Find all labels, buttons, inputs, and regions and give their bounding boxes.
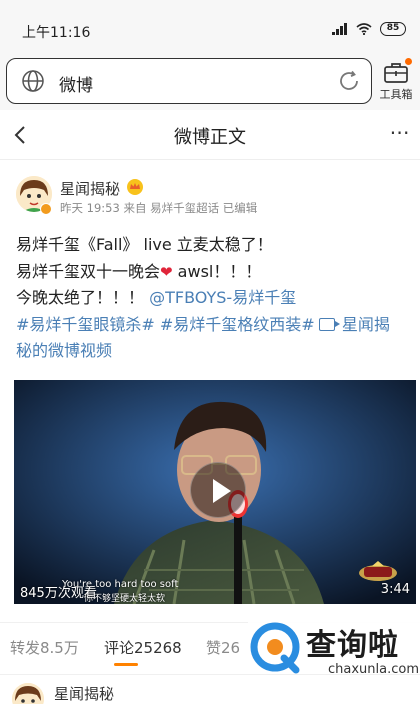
post-line: #易烊千玺眼镜杀# #易烊千玺格纹西装# 星闻揭 (16, 312, 412, 339)
status-bar: 上午11:16 85 (0, 0, 420, 56)
hashtag-links[interactable]: #易烊千玺眼镜杀# #易烊千玺格纹西装# (16, 315, 315, 334)
nav-bar: 微博正文 ⋯ (0, 110, 420, 160)
post-line: 易烊千玺双十一晚会❤ awsl！！！ (16, 259, 412, 286)
globe-icon (22, 70, 44, 92)
video-duration: 3:44 (380, 582, 410, 597)
address-text: 微博 (59, 76, 93, 96)
reload-icon[interactable] (337, 69, 361, 93)
view-count: 845万次观看 (20, 586, 97, 601)
page-title: 微博正文 (174, 127, 246, 148)
mention-link[interactable]: @TFBOYS-易烊千玺 (149, 288, 296, 307)
comment-item: 星闻揭秘 (0, 674, 420, 704)
post-body: 易烊千玺《Fall》 live 立麦太稳了！ 易烊千玺双十一晚会❤ awsl！！… (16, 232, 412, 365)
watermark-logo-icon (250, 622, 300, 674)
comment-avatar[interactable] (12, 683, 44, 704)
video-link-icon (318, 317, 340, 331)
active-tab-indicator (114, 663, 138, 666)
post-line: 易烊千玺《Fall》 live 立麦太稳了！ (16, 235, 273, 254)
post-line: 今晚太绝了！！！ @TFBOYS-易烊千玺 (16, 285, 412, 312)
more-icon[interactable]: ⋯ (386, 122, 414, 146)
browser-bar: 微博 工具箱 (0, 56, 420, 110)
video-player[interactable]: You're too hard too soft 你不够坚硬太轻太软 845万次… (14, 380, 416, 604)
post-meta: 昨天 19:53 来自 易烊千玺超话 已编辑 (60, 201, 258, 215)
battery-icon: 85 (380, 22, 406, 36)
post-text: 易烊千玺双十一晚会 (16, 261, 161, 281)
watermark-text: 查询啦 (306, 628, 399, 663)
tab-likes[interactable]: 赞26 (206, 637, 240, 658)
toolbox-icon (383, 58, 412, 84)
toolbox-button[interactable]: 工具箱 (376, 58, 416, 106)
tab-comments[interactable]: 评论25268 (104, 637, 182, 658)
post-text: 今晚太绝了！！！ (16, 288, 150, 307)
tab-repost[interactable]: 转发8.5万 (10, 637, 79, 658)
post-header: 星闻揭秘 昨天 19:53 来自 易烊千玺超话 已编辑 (0, 170, 420, 222)
signal-icon (332, 23, 348, 35)
wifi-icon (356, 23, 372, 35)
broadcast-logo-icon (359, 561, 397, 581)
vip-crown-icon (127, 179, 143, 195)
address-bar[interactable]: 微博 (6, 58, 372, 104)
verified-badge-icon (40, 203, 52, 215)
toolbox-label: 工具箱 (379, 88, 413, 101)
video-link[interactable]: 星闻揭 (342, 315, 390, 334)
author-name[interactable]: 星闻揭秘 (60, 178, 120, 199)
heart-emoji-icon: ❤ (160, 262, 173, 281)
post-text: awsl！！！ (172, 261, 262, 281)
status-time: 上午11:16 (22, 25, 91, 41)
status-icons: 85 (332, 22, 406, 36)
comment-author[interactable]: 星闻揭秘 (54, 683, 114, 704)
play-button[interactable] (190, 462, 246, 518)
video-link[interactable]: 秘的微博视频 (16, 341, 112, 360)
post-line: 秘的微博视频 (16, 338, 412, 365)
notification-dot (405, 58, 412, 65)
